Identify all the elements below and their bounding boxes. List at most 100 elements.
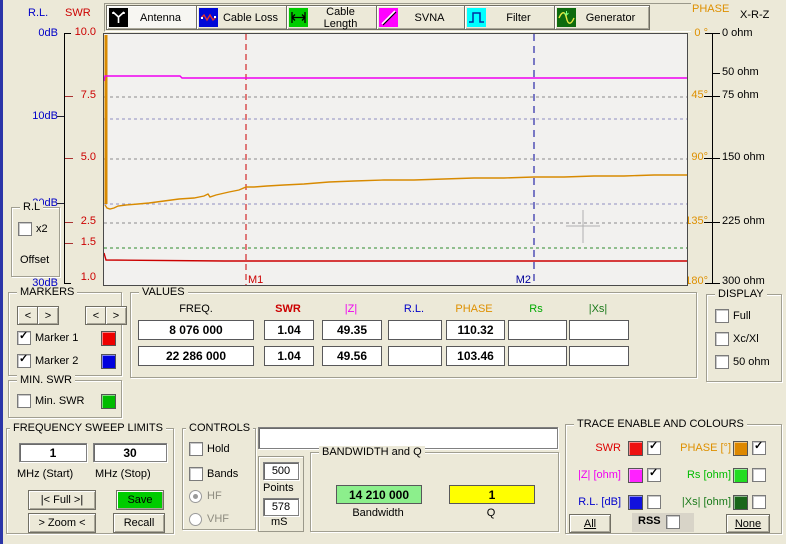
values-header-rl: R.L. xyxy=(404,303,424,315)
cable-loss-button-label: Cable Loss xyxy=(218,12,287,24)
swr-tick-5: 5.0 xyxy=(66,151,96,163)
sweep-chart[interactable]: M1 M2 xyxy=(103,33,688,286)
display-50ohm-checkbox[interactable] xyxy=(715,355,729,369)
marker1-color-swatch[interactable] xyxy=(101,331,116,346)
values-group-title: VALUES xyxy=(139,286,188,298)
trace-none-button[interactable]: None xyxy=(726,514,770,533)
marker2-color-swatch[interactable] xyxy=(101,354,116,369)
left-axis-top-tick xyxy=(64,33,71,34)
points-value[interactable]: 500 xyxy=(263,462,299,480)
trace-enable-group: TRACE ENABLE AND COLOURS SWR PHASE [°] |… xyxy=(565,424,782,534)
marker1-checkbox[interactable] xyxy=(17,331,31,345)
bandwidth-group: BANDWIDTH and Q 14 210 000 Bandwidth 1 Q xyxy=(310,452,559,532)
m2-rs-value xyxy=(508,346,567,366)
cable-length-button[interactable]: Cable Length xyxy=(286,5,378,30)
marker2-prev-button[interactable]: < xyxy=(85,306,107,325)
sweep-stop-input[interactable]: 30 xyxy=(93,443,167,462)
bandwidth-group-title: BANDWIDTH and Q xyxy=(319,446,425,458)
trace-phase-checkbox[interactable] xyxy=(752,441,766,455)
zoom-span-button[interactable]: > Zoom < xyxy=(28,513,96,533)
recall-button[interactable]: Recall xyxy=(113,513,165,533)
ohm-tick-75: 75 ohm xyxy=(722,89,759,101)
marker2-checkbox[interactable] xyxy=(17,354,31,368)
trace-z-swatch[interactable] xyxy=(628,468,643,483)
bandwidth-value[interactable]: 14 210 000 xyxy=(336,485,422,504)
ohm-50-tick xyxy=(712,73,720,74)
svna-button[interactable]: SVNA xyxy=(376,5,466,30)
swr-7-5-tick xyxy=(65,96,73,97)
trace-rs-checkbox[interactable] xyxy=(752,468,766,482)
trace-xs-swatch[interactable] xyxy=(733,495,748,510)
vhf-radio[interactable] xyxy=(189,513,202,526)
display-group-title: DISPLAY xyxy=(715,288,767,300)
trace-phase-label: PHASE [°] xyxy=(671,442,731,454)
ms-label: mS xyxy=(271,516,288,528)
display-full-checkbox[interactable] xyxy=(715,309,729,323)
save-button[interactable]: Save xyxy=(116,490,164,510)
filter-button[interactable]: Filter xyxy=(464,5,556,30)
values-header-rs: Rs xyxy=(529,303,542,315)
swr-2-5-tick xyxy=(65,222,73,223)
ms-value[interactable]: 578 xyxy=(263,498,299,516)
m2-rl-value xyxy=(388,346,442,366)
trace-swr-swatch[interactable] xyxy=(628,441,643,456)
antenna-button[interactable]: Antenna xyxy=(106,5,198,30)
swr-tick-10: 10.0 xyxy=(66,26,96,38)
q-value[interactable]: 1 xyxy=(449,485,535,504)
filter-icon xyxy=(467,8,486,27)
trace-rl-checkbox[interactable] xyxy=(647,495,661,509)
trace-rl-swatch[interactable] xyxy=(628,495,643,510)
full-span-button[interactable]: |< Full >| xyxy=(28,490,96,510)
ohm-tick-50: 50 ohm xyxy=(722,66,759,78)
right-axis-top-tick xyxy=(705,33,720,34)
bandwidth-label: Bandwidth xyxy=(336,507,420,519)
trace-rs-swatch[interactable] xyxy=(733,468,748,483)
bands-checkbox[interactable] xyxy=(189,467,203,481)
sweep-limits-group: FREQUENCY SWEEP LIMITS 1 30 MHz (Start) … xyxy=(6,428,174,534)
points-panel: 500 Points 578 mS xyxy=(258,456,304,532)
cable-loss-button[interactable]: Cable Loss xyxy=(196,5,288,30)
trace-rs-label: Rs [ohm] xyxy=(671,469,731,481)
swr-tick-2-5: 2.5 xyxy=(66,215,96,227)
marker1-next-button[interactable]: > xyxy=(37,306,59,325)
m1-freq-value: 8 076 000 xyxy=(138,320,254,340)
m1-rs-value xyxy=(508,320,567,340)
sweep-stop-label: MHz (Stop) xyxy=(95,468,151,480)
min-swr-color-swatch[interactable] xyxy=(101,394,116,409)
min-swr-label: Min. SWR xyxy=(35,395,85,407)
rl-tick-10db: 10dB xyxy=(26,110,58,122)
m2-xs-value xyxy=(569,346,629,366)
svna-button-label: SVNA xyxy=(398,12,465,24)
swr-1-5-tick xyxy=(65,243,73,244)
marker1-prev-button[interactable]: < xyxy=(17,306,39,325)
trace-all-button[interactable]: All xyxy=(569,514,611,533)
trace-phase-swatch[interactable] xyxy=(733,441,748,456)
window-left-border xyxy=(0,0,3,544)
marker1-label: Marker 1 xyxy=(35,332,78,344)
phase-90-tick xyxy=(704,158,720,159)
ohm-tick-150: 150 ohm xyxy=(722,151,765,163)
rl-x2-checkbox[interactable] xyxy=(18,222,32,236)
swr-5-tick xyxy=(65,158,73,159)
sweep-start-input[interactable]: 1 xyxy=(19,443,87,462)
m1-swr-value: 1.04 xyxy=(264,320,314,340)
trace-xs-label: |Xs| [ohm] xyxy=(664,496,731,508)
trace-rl-label: R.L. [dB] xyxy=(566,496,621,508)
min-swr-checkbox[interactable] xyxy=(17,394,31,408)
trace-xs-checkbox[interactable] xyxy=(752,495,766,509)
values-header-phase: PHASE xyxy=(455,303,492,315)
cable-length-icon xyxy=(289,8,308,27)
trace-swr-checkbox[interactable] xyxy=(647,441,661,455)
hold-checkbox[interactable] xyxy=(189,442,203,456)
rl-offset-label[interactable]: Offset xyxy=(20,254,49,266)
trace-z-checkbox[interactable] xyxy=(647,468,661,482)
rss-checkbox[interactable] xyxy=(666,515,680,529)
min-swr-group-title: MIN. SWR xyxy=(17,374,75,386)
display-xcxl-checkbox[interactable] xyxy=(715,332,729,346)
trace-z-label: |Z| [ohm] xyxy=(566,469,621,481)
marker2-next-button[interactable]: > xyxy=(105,306,127,325)
phase-axis-title: PHASE xyxy=(692,3,729,15)
marker2-label: M2 xyxy=(516,274,531,285)
hf-radio[interactable] xyxy=(189,490,202,503)
generator-button[interactable]: Generator xyxy=(554,5,650,30)
